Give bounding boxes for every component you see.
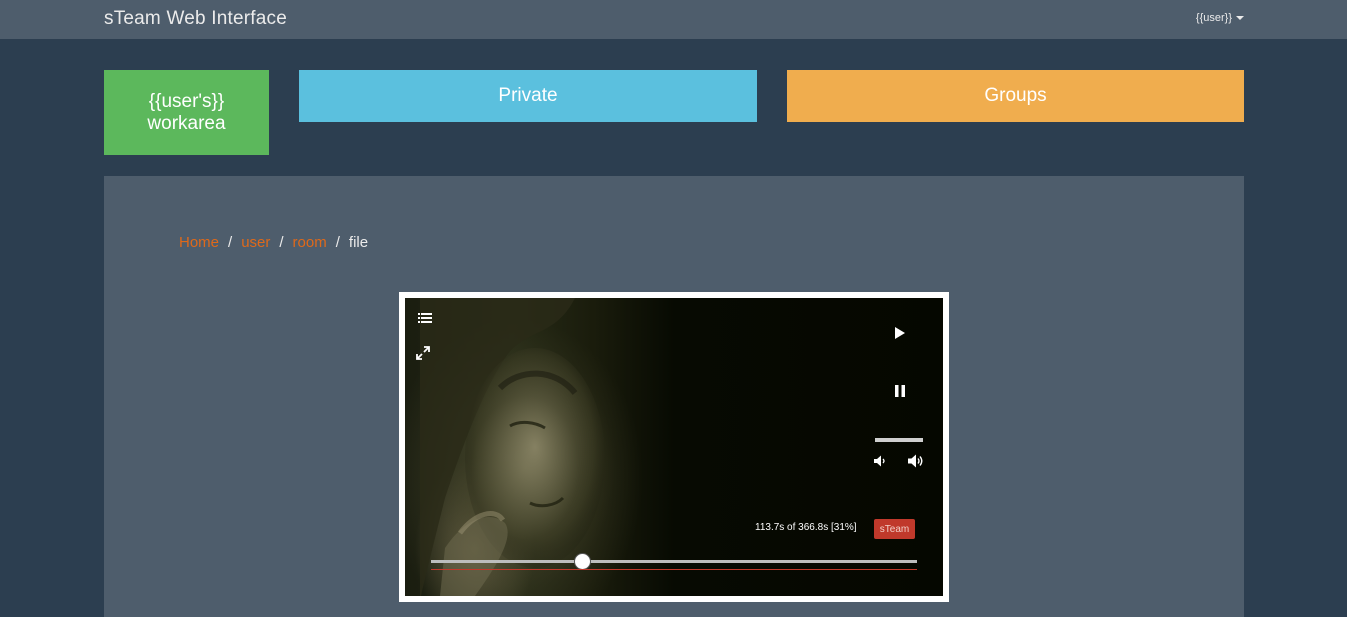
breadcrumb-user[interactable]: user	[241, 234, 270, 251]
workarea-tile[interactable]: {{user's}} workarea	[104, 70, 269, 155]
breadcrumb-home[interactable]: Home	[179, 234, 219, 251]
seek-underline	[431, 569, 917, 570]
volume-slider[interactable]	[875, 438, 923, 442]
time-readout: 113.7s of 366.8s [31%]	[755, 522, 857, 533]
workarea-tile-line1: {{user's}}	[148, 90, 225, 112]
steam-badge: sTeam	[874, 519, 915, 539]
play-icon[interactable]	[893, 326, 907, 340]
user-dropdown-label: {{user}}	[1195, 12, 1232, 24]
content-panel: Home / user / room / file 113.7s of 366.…	[104, 176, 1244, 617]
volume-down-icon[interactable]	[873, 454, 887, 468]
playlist-icon[interactable]	[417, 311, 433, 325]
seek-bar[interactable]	[431, 553, 917, 570]
user-dropdown[interactable]: {{user}}	[1196, 12, 1244, 24]
breadcrumb-current: file	[348, 234, 369, 251]
breadcrumb-separator: /	[279, 234, 284, 251]
top-navbar: sTeam Web Interface {{user}}	[0, 0, 1347, 39]
breadcrumb-room[interactable]: room	[293, 234, 327, 251]
groups-tile[interactable]: Groups	[787, 70, 1244, 122]
app-brand[interactable]: sTeam Web Interface	[104, 8, 287, 30]
seek-handle[interactable]	[574, 553, 591, 570]
workarea-tile-line2: workarea	[147, 112, 226, 134]
caret-down-icon	[1236, 16, 1244, 20]
video-player[interactable]: 113.7s of 366.8s [31%] sTeam	[405, 298, 943, 596]
pause-icon[interactable]	[893, 384, 907, 398]
breadcrumb-separator: /	[228, 234, 233, 251]
fullscreen-icon[interactable]	[415, 345, 431, 361]
breadcrumb-separator: /	[335, 234, 340, 251]
private-tile[interactable]: Private	[299, 70, 757, 122]
volume-up-icon[interactable]	[907, 453, 925, 469]
video-frame	[405, 298, 943, 596]
breadcrumb: Home / user / room / file	[179, 234, 368, 251]
video-player-frame: 113.7s of 366.8s [31%] sTeam	[399, 292, 949, 602]
